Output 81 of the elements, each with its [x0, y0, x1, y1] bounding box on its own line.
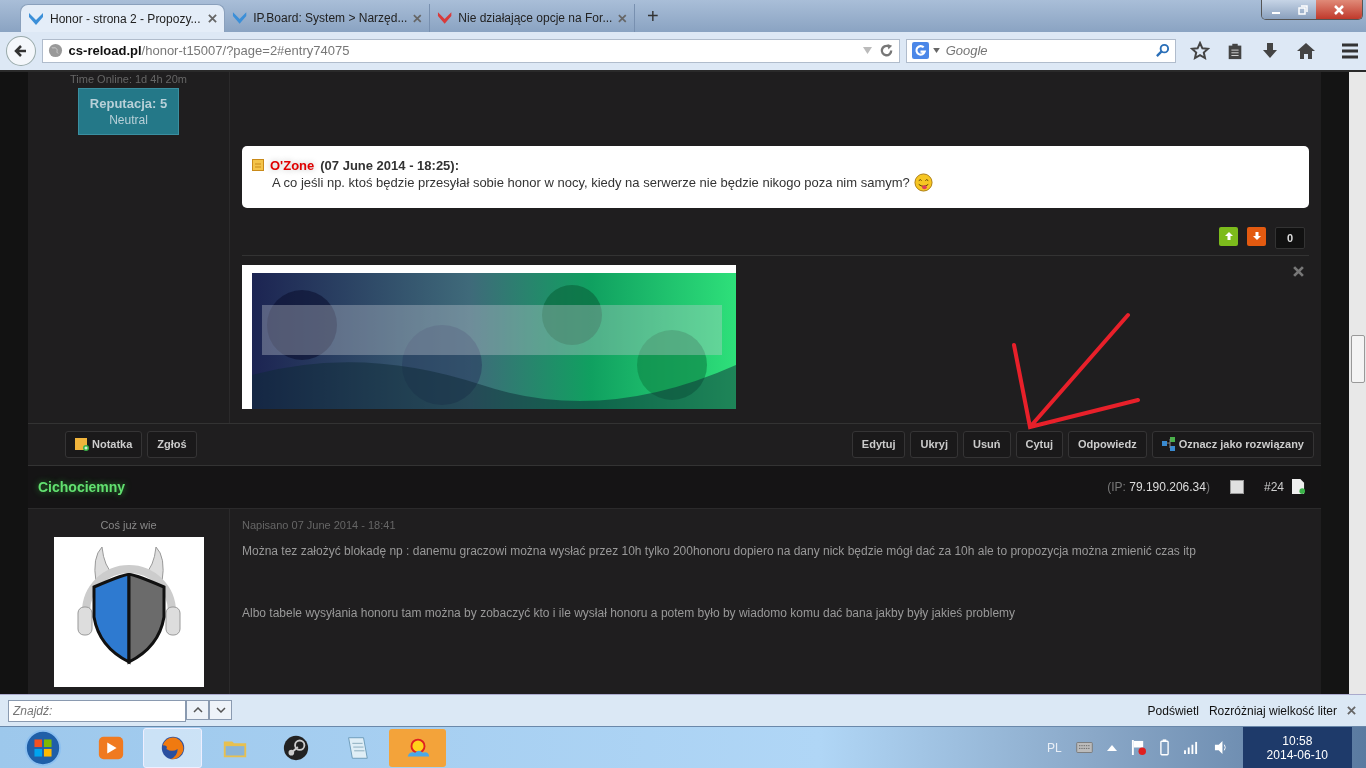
match-case-option[interactable]: Rozróżniaj wielkość liter [1208, 703, 1337, 718]
steam-icon [281, 733, 310, 762]
flag-icon[interactable] [1130, 739, 1146, 757]
quote-text: A co jeśli np. ktoś będzie przesyłał sobie honor w nocy, kiedy na serwerze nie będzie nikogo poza nim samym? [272, 174, 910, 190]
address-bar[interactable]: cs-reload.pl/honor-t15007/?page=2#entry74075 [41, 38, 900, 63]
clock-time: 10:58 [1282, 733, 1313, 748]
minimize-icon [1271, 11, 1280, 14]
close-icon[interactable] [413, 13, 422, 23]
post-text: Albo tabele wysyłania honoru tam można by zobaczyć kto i ile wysłał honoru a potem było by wiadomo komu dać bana jakby były jakieś problemy [242, 605, 1017, 620]
volume-icon[interactable] [1213, 740, 1229, 756]
reputation-label: Reputacja: 5 [89, 95, 168, 111]
clock-date: 2014-06-10 [1266, 747, 1328, 762]
bookmark-star-icon[interactable] [1190, 40, 1210, 61]
find-field[interactable]: Znajdź: [8, 699, 186, 722]
post-action-button[interactable]: Usuń [963, 430, 1011, 458]
search-icon[interactable] [1155, 43, 1170, 59]
tab-title: Honor - strona 2 - Propozy... [50, 11, 202, 26]
clock[interactable]: 10:58 2014-06-10 [1242, 727, 1352, 768]
post-text: Można tez założyć blokadę np : danemu graczowi można wysłać przez 10h tylko 200honoru dopiero na dany nick będzie mógł dać za 10h ale to propozycja można zmienić czas itp [242, 543, 1197, 558]
caret-icon[interactable] [932, 48, 940, 54]
post-action-button[interactable]: Odpowiedz [1068, 430, 1147, 458]
close-icon[interactable] [618, 13, 627, 23]
note-icon [252, 159, 264, 172]
reputation-rank: Neutral [109, 112, 148, 127]
post-number[interactable]: #24 [1263, 479, 1284, 494]
post-action-button[interactable]: Ukryj [910, 430, 958, 458]
down-arrow-icon [1251, 231, 1262, 242]
post-action-button[interactable]: Oznacz jako rozwiązany [1151, 430, 1314, 458]
post-author[interactable]: Cichociemny [38, 478, 126, 495]
close-button[interactable] [1316, 0, 1362, 19]
up-arrow-icon[interactable] [1106, 744, 1117, 751]
vote-count: 0 [1275, 226, 1305, 249]
find-next-button[interactable] [209, 699, 232, 720]
new-tab-button[interactable]: + [635, 5, 671, 32]
tab-title: IP.Board: System > Narzęd... [253, 11, 408, 25]
restore-button[interactable] [1289, 0, 1316, 19]
close-icon[interactable] [1347, 706, 1356, 716]
chevron-up-icon [192, 706, 203, 713]
highlight-option[interactable]: Podświetl [1147, 703, 1199, 718]
signal-icon[interactable] [1182, 741, 1200, 755]
post-action-button[interactable]: Zgłoś [147, 430, 197, 458]
back-arrow-icon [12, 42, 29, 59]
browser-tab[interactable]: Honor - strona 2 - Propozy... [20, 4, 225, 32]
vote-up-button[interactable] [1219, 226, 1238, 246]
close-icon[interactable] [1293, 265, 1304, 277]
quote-date: (07 June 2014 - 18:25): [320, 157, 459, 173]
note-add-icon [75, 437, 89, 452]
scrollbar-thumb[interactable] [1351, 334, 1365, 383]
member-rank: Coś już wie [100, 518, 157, 531]
vote-down-button[interactable] [1247, 226, 1266, 246]
post-action-button[interactable]: Cytuj [1015, 430, 1063, 458]
smiley-icon [913, 172, 933, 192]
start-button[interactable] [24, 728, 62, 767]
google-icon [911, 42, 929, 60]
document-add-icon[interactable] [1292, 479, 1305, 495]
taskbar-app[interactable] [143, 727, 202, 768]
home-icon[interactable] [1296, 40, 1316, 61]
ip-address: (IP: 79.190.206.34) [1107, 479, 1210, 494]
back-button[interactable] [6, 35, 36, 66]
battery-icon[interactable] [1159, 739, 1169, 757]
post-action-button[interactable]: Edytuj [851, 430, 906, 458]
up-arrow-icon [1223, 231, 1234, 242]
minimize-button[interactable] [1262, 0, 1289, 19]
quote-author[interactable]: O'Zone [270, 157, 315, 173]
globe-icon [47, 43, 63, 59]
reload-icon[interactable] [878, 43, 894, 59]
chevron-down-icon [215, 706, 226, 713]
find-previous-button[interactable] [186, 699, 209, 720]
close-icon [1333, 3, 1345, 16]
post-date: Napisano 07 June 2014 - 18:41 [242, 518, 397, 531]
keyboard-icon[interactable] [1075, 742, 1093, 754]
post-checkbox[interactable] [1229, 479, 1244, 494]
scrollbar[interactable] [1349, 71, 1366, 695]
restore-icon [1296, 3, 1309, 16]
tab-title: Nie działające opcje na For... [458, 11, 613, 25]
close-icon[interactable] [208, 14, 217, 23]
search-bar[interactable]: Google [905, 38, 1176, 63]
url-text: cs-reload.pl/honor-t15007/?page=2#entry74075 [68, 43, 351, 59]
diagram-icon [1161, 437, 1176, 452]
post-action-button[interactable]: Notatka [65, 430, 143, 458]
time-online-text: Time Online: 1d 4h 20m [70, 72, 187, 85]
